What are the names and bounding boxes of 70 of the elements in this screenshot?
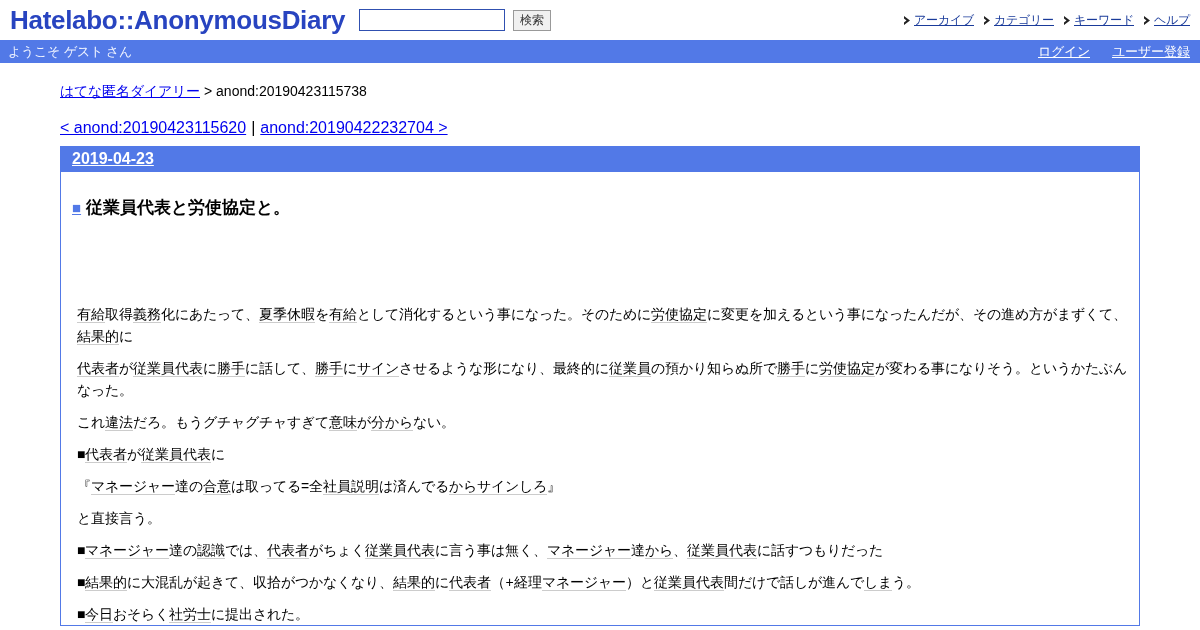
paragraph: 有給取得義務化にあたって、夏季休暇を有給 として消化するという事になった。そのために労使協定に変更を加えるという事になったんだが、その進め方がまずくて、 結果的に bbox=[77, 305, 1128, 347]
keyword-link[interactable]: 代表者 bbox=[267, 542, 310, 559]
keyword-link[interactable]: しま bbox=[863, 574, 892, 591]
keyword-link[interactable]: 社労士 bbox=[169, 606, 212, 623]
next-entry-link[interactable]: anond:20190422232704 > bbox=[260, 119, 448, 137]
keyword-link[interactable]: 今日 bbox=[85, 606, 114, 623]
previous-entry-link[interactable]: < anond:20190423115620 bbox=[60, 119, 247, 137]
breadcrumb-link[interactable]: はてな匿名ダイアリー bbox=[60, 83, 200, 101]
nav-link[interactable]: ヘルプ bbox=[1154, 11, 1190, 29]
account-link[interactable]: ログイン bbox=[1038, 42, 1090, 61]
paragraph: ■代表者が従業員代表に bbox=[77, 445, 227, 465]
paragraph: ■結果的に大混乱が起きて、収拾がつかなくなり、結果的に代表者（+経理マネージャー）と従業員代表間だけで話しが進んでしま う。 bbox=[77, 573, 921, 593]
keyword-link[interactable]: 従業員代表 bbox=[687, 542, 758, 559]
paragraph: 『マネージャー達の合意は取ってる=全社員説明は済んでるからサインしろ』 bbox=[77, 477, 563, 497]
search-field[interactable] bbox=[359, 9, 506, 31]
keyword-link[interactable]: 説明 bbox=[351, 478, 380, 495]
keyword-link[interactable]: 認識 bbox=[197, 542, 226, 559]
paragraph: 代表者が従業員代表に勝手に話して、勝手にサイン させるような形になり、最終的に従業員の預かり知らぬ所で勝手に労使協定が変わる事になりそう。というかたぶんなった。 bbox=[77, 359, 1128, 400]
account-link[interactable]: ユーザー登録 bbox=[1112, 42, 1190, 61]
keyword-link[interactable]: 夏季休暇 bbox=[259, 306, 315, 323]
keyword-link[interactable]: マネージャー bbox=[547, 542, 632, 559]
keyword-link[interactable]: 社員 bbox=[323, 478, 352, 495]
keyword-link[interactable]: 代表者 bbox=[77, 360, 119, 377]
nav-link[interactable]: キーワード bbox=[1074, 11, 1134, 29]
keyword-link[interactable]: 勝手 bbox=[315, 360, 343, 377]
keyword-link[interactable]: から bbox=[645, 542, 674, 559]
paragraph: ■今日 おそらく社労士に提出された。 bbox=[77, 605, 311, 625]
keyword-link[interactable]: 労使協定 bbox=[651, 306, 707, 323]
paragraph: と直接言う。 bbox=[77, 509, 162, 528]
separator: | bbox=[251, 119, 256, 137]
paragraph: ■マネージャー達の認識では、代表者がちょく従業員代表に言う事は無く、マネージャー達から、従業員代表に話すつもりだった bbox=[77, 541, 885, 561]
keyword-link[interactable]: 有給 bbox=[77, 306, 105, 323]
keyword-link[interactable]: 従業員代表 bbox=[365, 542, 436, 559]
keyword-link[interactable]: 有給 bbox=[329, 306, 357, 323]
nav-link[interactable]: カテゴリー bbox=[994, 11, 1054, 29]
keyword-link[interactable]: サイン bbox=[357, 360, 399, 377]
keyword-link[interactable]: 労使協定 bbox=[819, 360, 875, 377]
keyword-link[interactable]: 従業員代表 bbox=[133, 360, 203, 377]
arrow-icon bbox=[1144, 15, 1150, 25]
nav-link[interactable]: アーカイブ bbox=[914, 11, 974, 29]
keyword-link[interactable]: 意味 bbox=[329, 414, 357, 431]
entry-permalink[interactable]: ■ bbox=[72, 199, 82, 216]
arrow-icon bbox=[904, 15, 910, 25]
date-link[interactable]: 2019-04-23 bbox=[72, 150, 154, 168]
welcome-text: ようこそ ゲスト さん bbox=[8, 42, 133, 61]
paragraph: これ違法だろ。もうグチャグチャすぎて意味が分から ない。 bbox=[77, 413, 456, 433]
keyword-link[interactable]: からサインしろ bbox=[449, 478, 548, 495]
keyword-link[interactable]: 分から bbox=[371, 414, 413, 431]
keyword-link[interactable]: 結果的 bbox=[393, 574, 436, 591]
keyword-link[interactable]: 結果的 bbox=[85, 574, 128, 591]
entry-title: 従業員代表と労使協定と。 bbox=[86, 197, 291, 219]
keyword-link[interactable]: 違法 bbox=[105, 414, 133, 431]
search-button[interactable]: 検索 bbox=[513, 9, 552, 31]
keyword-link[interactable]: 代表者 bbox=[449, 574, 492, 591]
keyword-link[interactable]: 従業員代表 bbox=[141, 446, 212, 463]
keyword-link[interactable]: 従業員代表 bbox=[653, 574, 724, 591]
arrow-icon bbox=[1064, 15, 1070, 25]
keyword-link[interactable]: マネージャー bbox=[541, 574, 626, 591]
keyword-link[interactable]: 勝手 bbox=[777, 360, 805, 377]
keyword-link[interactable]: 義務 bbox=[133, 306, 161, 323]
keyword-link[interactable]: 従業員 bbox=[609, 360, 651, 377]
keyword-link[interactable]: 合意 bbox=[203, 478, 231, 495]
keyword-link[interactable]: 勝手 bbox=[217, 360, 245, 377]
keyword-link[interactable]: マネージャー bbox=[91, 478, 175, 495]
keyword-link[interactable]: マネージャー bbox=[85, 542, 170, 559]
breadcrumb-current: > anond:20190423115738 bbox=[204, 83, 367, 101]
keyword-link[interactable]: 代表者 bbox=[85, 446, 128, 463]
site-logo[interactable]: Hatelabo::AnonymousDiary bbox=[10, 4, 346, 36]
arrow-icon bbox=[984, 15, 990, 25]
keyword-link[interactable]: 結果的 bbox=[77, 328, 119, 345]
